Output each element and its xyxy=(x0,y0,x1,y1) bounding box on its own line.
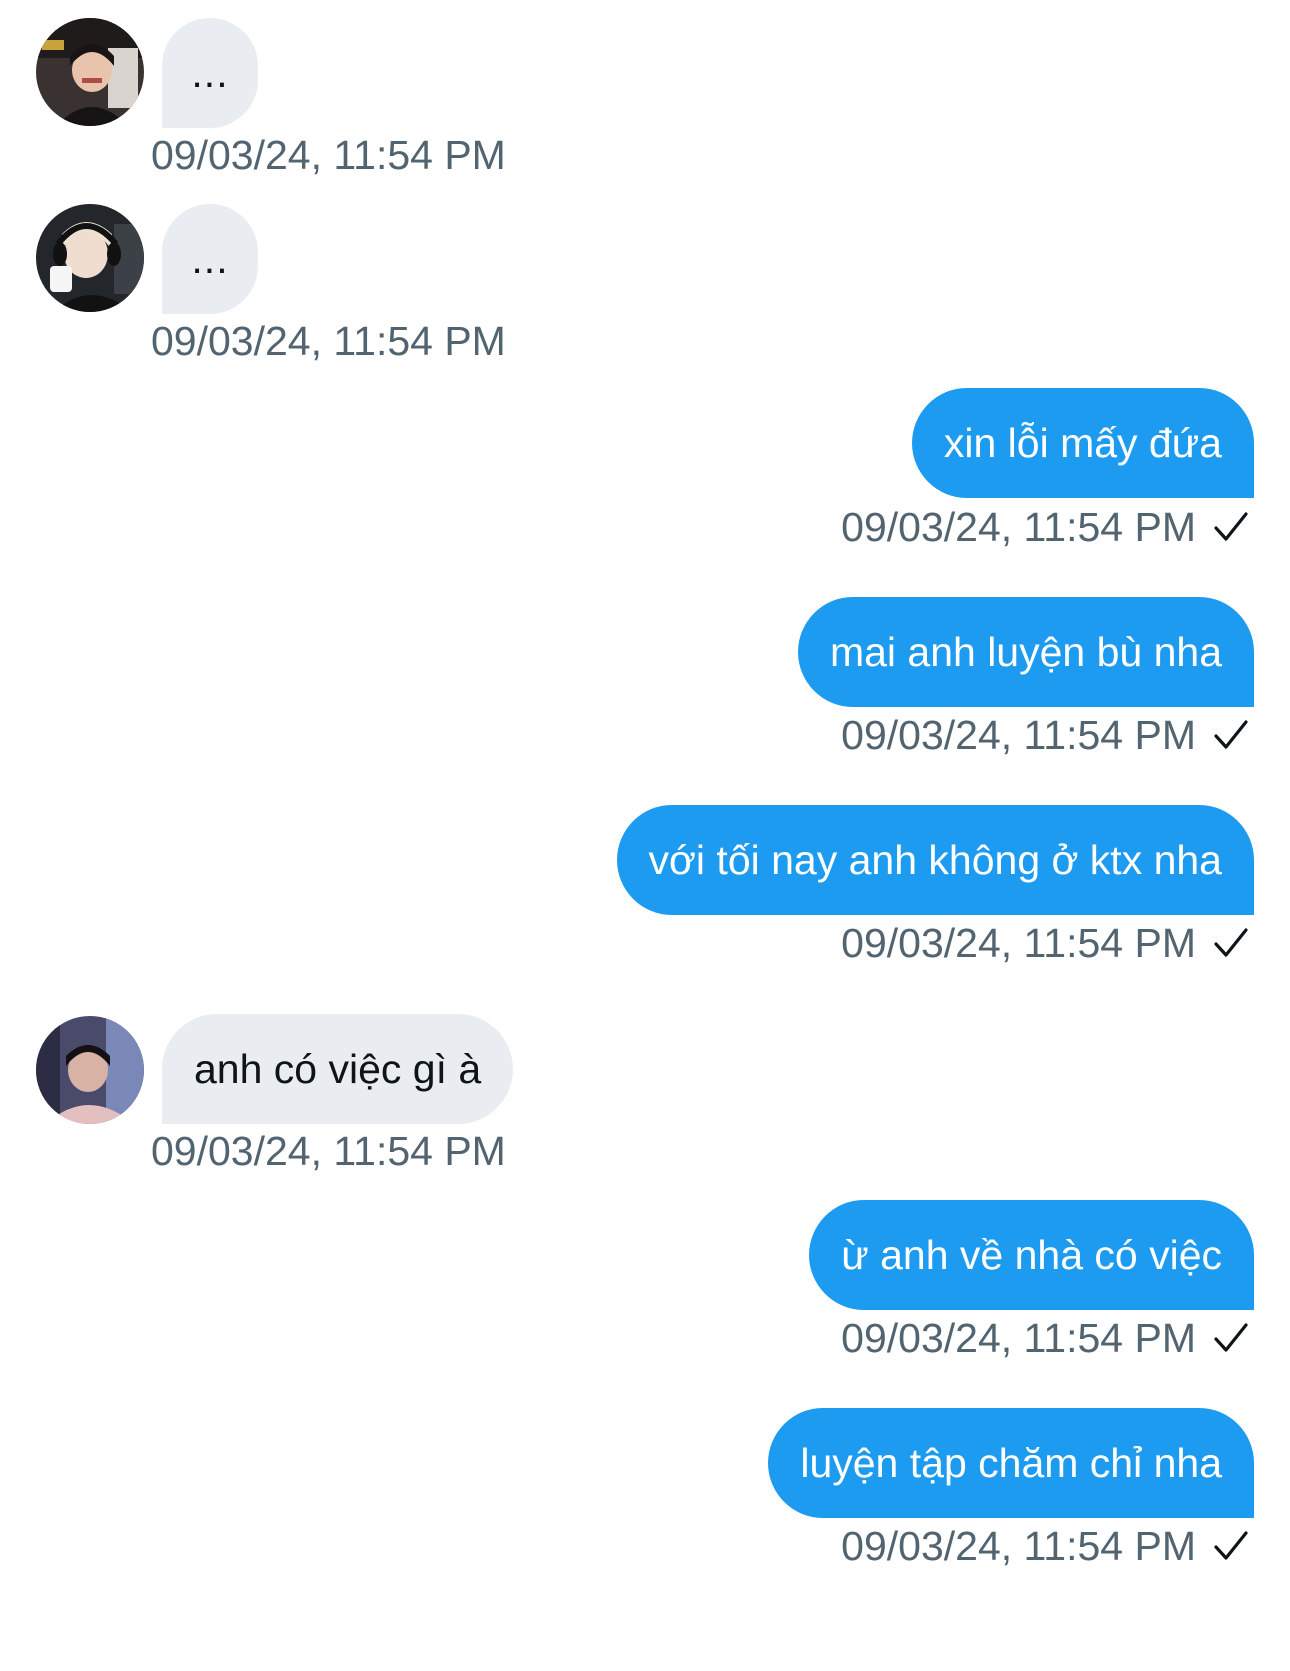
message-text: ... xyxy=(191,236,229,282)
message-meta: 09/03/24, 11:54 PM xyxy=(841,710,1250,760)
avatar-player xyxy=(36,1016,144,1124)
message-text: với tối nay anh không ở ktx nha xyxy=(648,837,1222,883)
message-meta: 09/03/24, 11:54 PM xyxy=(841,918,1250,968)
avatar-streamer xyxy=(36,18,144,126)
check-icon xyxy=(1212,926,1250,960)
message-timestamp: 09/03/24, 11:54 PM xyxy=(151,132,506,178)
message-meta: 09/03/24, 11:54 PM xyxy=(841,1313,1250,1363)
message-timestamp: 09/03/24, 11:54 PM xyxy=(841,920,1196,966)
check-icon xyxy=(1212,1321,1250,1355)
message-bubble[interactable]: ... xyxy=(162,204,258,314)
message-timestamp: 09/03/24, 11:54 PM xyxy=(151,1128,506,1174)
message-bubble[interactable]: luyện tập chăm chỉ nha xyxy=(768,1408,1254,1518)
message-text: anh có việc gì à xyxy=(194,1046,482,1092)
sender-avatar[interactable] xyxy=(36,18,144,126)
message-timestamp: 09/03/24, 11:54 PM xyxy=(841,504,1196,550)
message-timestamp: 09/03/24, 11:54 PM xyxy=(841,712,1196,758)
message-bubble[interactable]: mai anh luyện bù nha xyxy=(797,597,1254,707)
message-meta: 09/03/24, 11:54 PM xyxy=(841,502,1250,552)
check-icon xyxy=(1212,510,1250,544)
message-timestamp: 09/03/24, 11:54 PM xyxy=(151,318,506,364)
message-bubble[interactable]: ừ anh về nhà có việc xyxy=(809,1200,1254,1310)
sender-avatar[interactable] xyxy=(36,1016,144,1124)
message-text: mai anh luyện bù nha xyxy=(829,629,1222,675)
message-timestamp: 09/03/24, 11:54 PM xyxy=(841,1523,1196,1569)
message-text: ... xyxy=(191,50,229,96)
message-bubble[interactable]: với tối nay anh không ở ktx nha xyxy=(616,805,1254,915)
message-thread: ... 09/03/24, 11:54 PM ... 09/03/24, 11:… xyxy=(0,0,1290,1671)
check-icon xyxy=(1212,1529,1250,1563)
message-text: xin lỗi mấy đứa xyxy=(943,420,1222,466)
sender-avatar[interactable] xyxy=(36,204,144,312)
message-bubble[interactable]: anh có việc gì à xyxy=(162,1014,514,1124)
message-text: ừ anh về nhà có việc xyxy=(841,1232,1222,1278)
message-meta: 09/03/24, 11:54 PM xyxy=(841,1521,1250,1571)
check-icon xyxy=(1212,718,1250,752)
message-text: luyện tập chăm chỉ nha xyxy=(800,1440,1222,1486)
message-timestamp: 09/03/24, 11:54 PM xyxy=(841,1315,1196,1361)
message-bubble[interactable]: xin lỗi mấy đứa xyxy=(911,388,1254,498)
message-bubble[interactable]: ... xyxy=(162,18,258,128)
avatar-headset xyxy=(36,204,144,312)
